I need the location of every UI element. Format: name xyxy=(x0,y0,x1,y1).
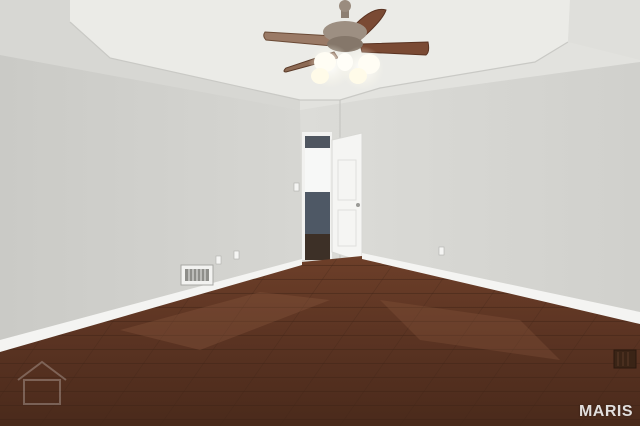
watermark-text: MARIS xyxy=(578,403,633,420)
room-photo: MARIS xyxy=(0,0,640,426)
air-vent-icon xyxy=(180,264,214,286)
door-icon xyxy=(331,132,363,263)
light-switch-icon xyxy=(293,182,300,192)
outlet-icon xyxy=(233,250,240,260)
doorway xyxy=(302,132,332,260)
room-illustration xyxy=(0,0,640,426)
floor-vent-icon xyxy=(613,349,637,369)
outlet-icon xyxy=(215,255,222,265)
outlet-icon xyxy=(438,246,445,256)
